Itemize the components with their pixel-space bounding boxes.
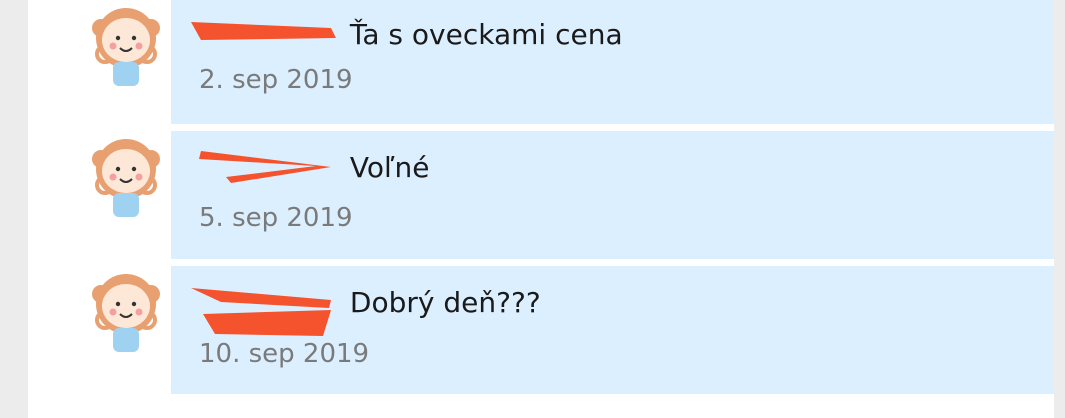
girl-avatar-icon[interactable]	[83, 0, 169, 86]
comment-message: Ťa s oveckami cena	[349, 17, 623, 51]
comment-header: Voľné	[191, 149, 430, 184]
girl-avatar-icon[interactable]	[83, 131, 169, 217]
girl-avatar-icon[interactable]	[83, 266, 169, 352]
comment-date: 10. sep 2019	[199, 339, 370, 369]
comment-message: Dobrý deň???	[349, 285, 541, 319]
comment-bubble: Ťa s oveckami cena 2. sep 2019	[171, 0, 1054, 124]
comment-bubble: Dobrý deň??? 10. sep 2019	[171, 266, 1054, 394]
comment-item: Voľné 5. sep 2019	[83, 131, 1065, 261]
redaction-scribble	[191, 22, 336, 40]
redaction-scribble	[191, 288, 331, 336]
author-name-redacted[interactable]	[191, 151, 341, 183]
author-name-redacted[interactable]	[191, 19, 341, 49]
comment-item: Dobrý deň??? 10. sep 2019	[83, 266, 1065, 396]
comment-date: 2. sep 2019	[199, 65, 353, 95]
comments-page: Ťa s oveckami cena 2. sep 2019 Voľné 5. …	[28, 0, 1054, 418]
comment-item: Ťa s oveckami cena 2. sep 2019	[83, 0, 1065, 130]
redaction-scribble	[199, 151, 331, 183]
comment-message: Voľné	[349, 150, 430, 184]
comment-bubble: Voľné 5. sep 2019	[171, 131, 1054, 259]
comment-header: Ťa s oveckami cena	[191, 16, 623, 51]
comment-date: 5. sep 2019	[199, 203, 353, 233]
author-name-redacted[interactable]	[191, 287, 341, 336]
comment-header: Dobrý deň???	[191, 284, 541, 336]
